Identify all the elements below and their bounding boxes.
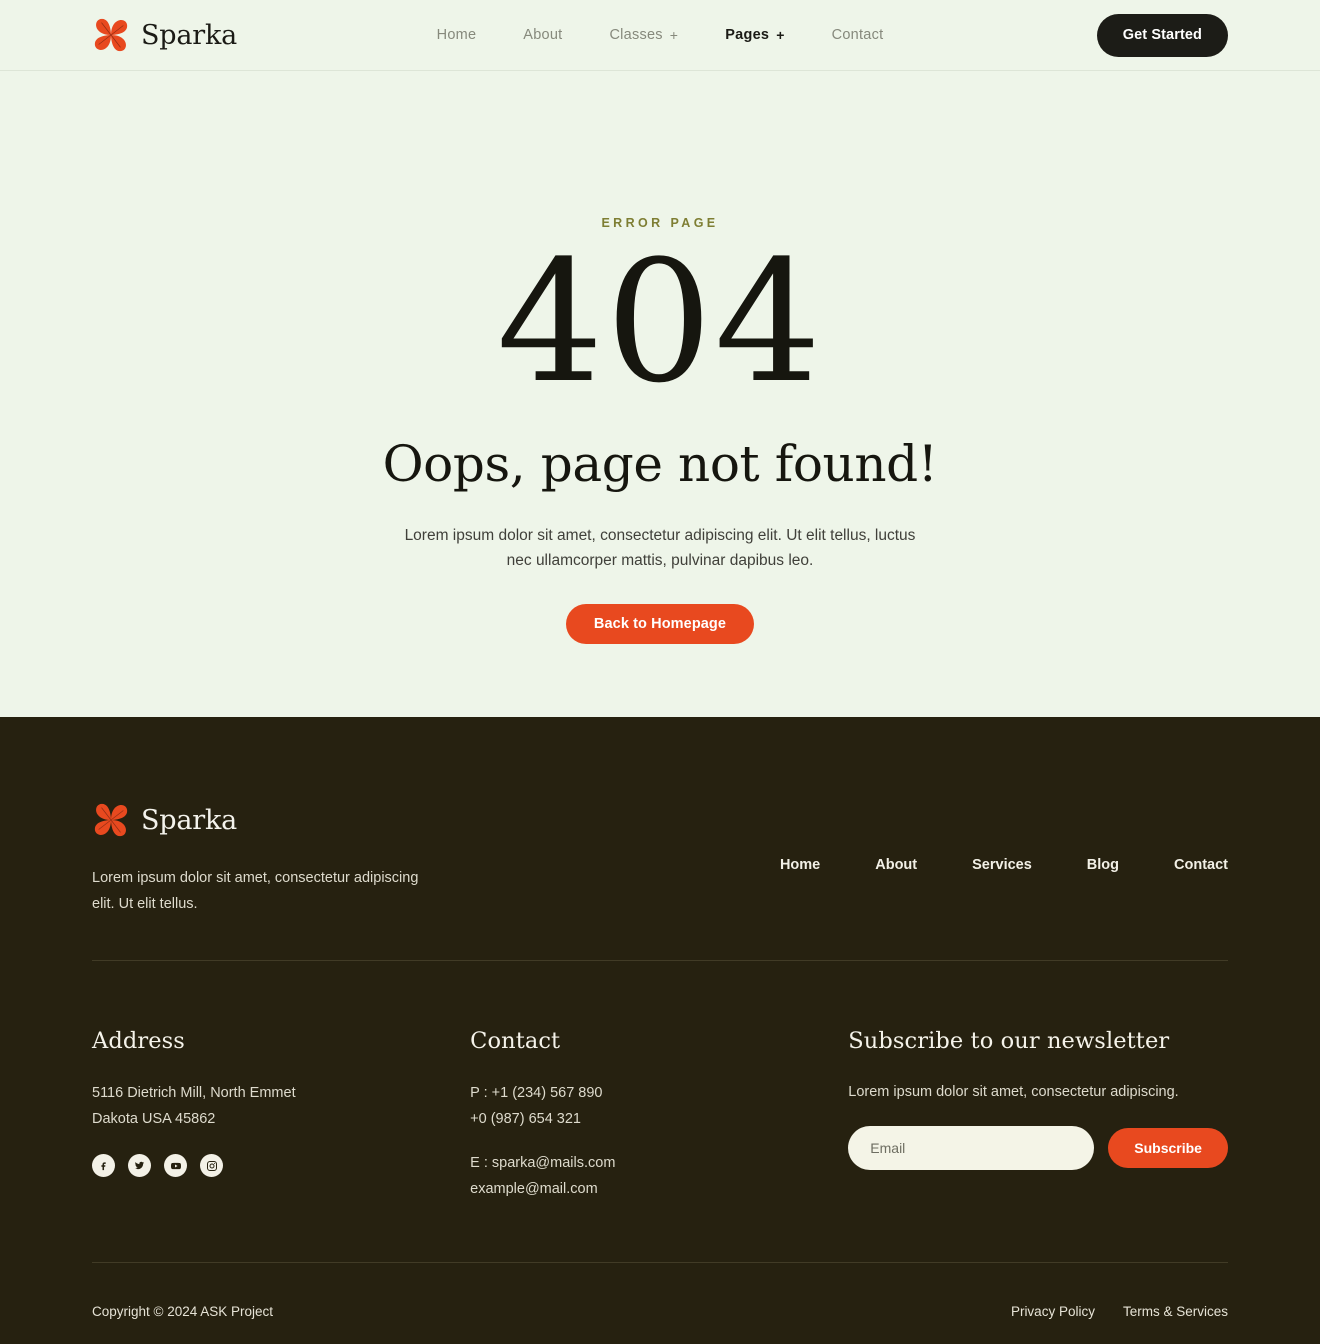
four-petal-flower-icon (92, 16, 130, 54)
facebook-icon[interactable] (92, 1154, 115, 1177)
nav-label: Home (436, 27, 477, 43)
footer-about-text: Lorem ipsum dolor sit amet, consectetur … (92, 870, 419, 912)
hero-description: Lorem ipsum dolor sit amet, consectetur … (404, 527, 916, 570)
address-heading: Address (92, 1028, 185, 1054)
address-line-1: 5116 Dietrich Mill, North Emmet (92, 1085, 296, 1101)
terms-services-link[interactable]: Terms & Services (1123, 1304, 1228, 1319)
nav-label: Contact (831, 27, 884, 43)
page-title: Oops, page not found! (382, 435, 938, 494)
footer-nav-item-blog[interactable]: Blog (1087, 857, 1119, 873)
address-line-2: Dakota USA 45862 (92, 1111, 216, 1127)
footer-top-row: Sparka Lorem ipsum dolor sit amet, conse… (92, 717, 1228, 960)
plus-icon: + (776, 27, 785, 43)
contact-phone-2[interactable]: +0 (987) 654 321 (470, 1106, 848, 1132)
contact-email-2[interactable]: example@mail.com (470, 1176, 848, 1202)
footer-brand-name: Sparka (141, 804, 238, 836)
nav-label: About (523, 27, 563, 43)
footer-bottom-bar: Copyright © 2024 ASK Project Privacy Pol… (92, 1283, 1228, 1344)
footer-address-column: Address 5116 Dietrich Mill, North Emmet … (92, 1028, 470, 1202)
header-brand-name: Sparka (141, 19, 238, 51)
newsletter-heading: Subscribe to our newsletter (848, 1028, 1170, 1054)
footer-nav-item-contact[interactable]: Contact (1174, 857, 1228, 873)
error-hero-section: ERROR PAGE 404 Oops, page not found! Lor… (0, 71, 1320, 717)
page-root: Sparka Home About Classes + Pages + Cont… (0, 0, 1320, 1344)
plus-icon: + (669, 27, 679, 43)
footer-newsletter-column: Subscribe to our newsletter Lorem ipsum … (848, 1028, 1228, 1202)
footer-columns: Address 5116 Dietrich Mill, North Emmet … (92, 961, 1228, 1262)
nav-label: Classes (609, 27, 663, 43)
subscribe-button[interactable]: Subscribe (1108, 1128, 1228, 1168)
nav-item-classes[interactable]: Classes + (609, 27, 678, 43)
nav-item-about[interactable]: About (523, 27, 562, 43)
footer-nav: Home About Services Blog Contact (780, 801, 1228, 873)
nav-label: Pages (725, 27, 770, 43)
legal-links: Privacy Policy Terms & Services (1011, 1304, 1228, 1319)
contact-heading: Contact (470, 1028, 561, 1054)
contact-phone-1[interactable]: P : +1 (234) 567 890 (470, 1080, 848, 1106)
get-started-button[interactable]: Get Started (1096, 13, 1228, 57)
twitter-icon[interactable] (128, 1154, 151, 1177)
copyright-text: Copyright © 2024 ASK Project (92, 1304, 274, 1319)
header-brand-logo[interactable]: Sparka (92, 16, 237, 54)
footer-contact-column: Contact P : +1 (234) 567 890 +0 (987) 65… (470, 1028, 848, 1202)
social-links (92, 1154, 470, 1177)
back-to-homepage-button[interactable]: Back to Homepage (565, 604, 755, 645)
footer-nav-item-services[interactable]: Services (972, 857, 1032, 873)
contact-email-1[interactable]: E : sparka@mails.com (470, 1150, 848, 1176)
nav-item-pages[interactable]: Pages + (725, 27, 784, 43)
footer-nav-item-about[interactable]: About (875, 857, 917, 873)
footer-brand-logo[interactable]: Sparka (92, 801, 422, 839)
site-header: Sparka Home About Classes + Pages + Cont… (0, 0, 1320, 71)
nav-item-home[interactable]: Home (437, 27, 477, 43)
primary-nav: Home About Classes + Pages + Contact (437, 27, 884, 43)
footer-about: Sparka Lorem ipsum dolor sit amet, conse… (92, 801, 422, 917)
footer-nav-item-home[interactable]: Home (780, 857, 820, 873)
error-code: 404 (496, 224, 824, 420)
youtube-icon[interactable] (164, 1154, 187, 1177)
site-footer: Sparka Lorem ipsum dolor sit amet, conse… (0, 717, 1320, 1344)
newsletter-form: Subscribe (848, 1126, 1228, 1170)
footer-divider-bottom (92, 1262, 1228, 1263)
newsletter-description: Lorem ipsum dolor sit amet, consectetur … (848, 1084, 1179, 1100)
instagram-icon[interactable] (200, 1154, 223, 1177)
four-petal-flower-icon (92, 801, 130, 839)
privacy-policy-link[interactable]: Privacy Policy (1011, 1304, 1095, 1319)
nav-item-contact[interactable]: Contact (832, 27, 884, 43)
email-input[interactable] (848, 1126, 1095, 1170)
